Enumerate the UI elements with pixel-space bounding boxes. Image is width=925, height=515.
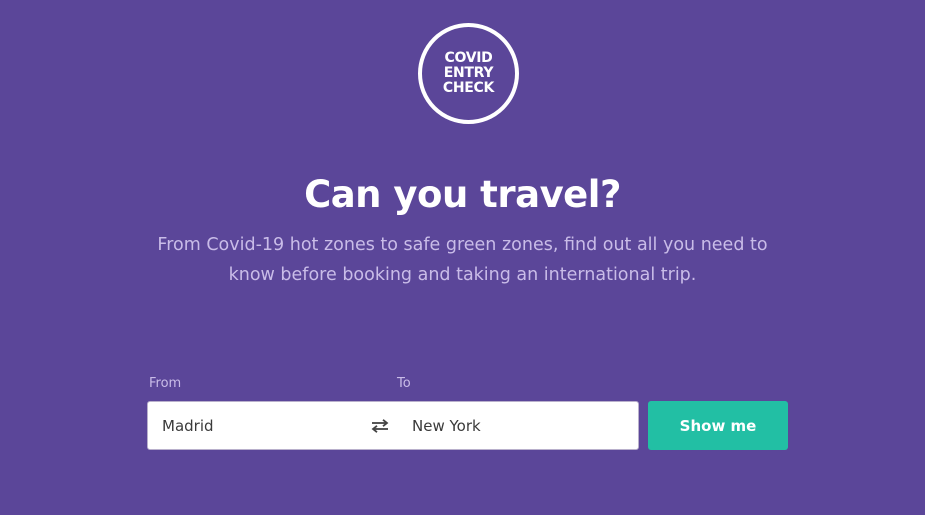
covid-entry-check-logo[interactable]: COVID ENTRY CHECK — [418, 23, 519, 124]
show-me-button[interactable]: Show me — [648, 401, 788, 450]
logo-line-2: ENTRY — [443, 65, 494, 81]
page-subtitle: From Covid-19 hot zones to safe green zo… — [157, 235, 768, 285]
from-label: From — [149, 376, 182, 391]
page-title: Can you travel? — [304, 173, 621, 216]
logo-line-3: CHECK — [442, 80, 495, 96]
logo-line-1: COVID — [444, 50, 493, 66]
route-search-box — [147, 401, 639, 450]
from-input[interactable] — [162, 402, 352, 449]
to-input[interactable] — [412, 402, 632, 449]
swap-arrows-icon[interactable] — [366, 418, 394, 433]
to-label: To — [397, 376, 411, 391]
